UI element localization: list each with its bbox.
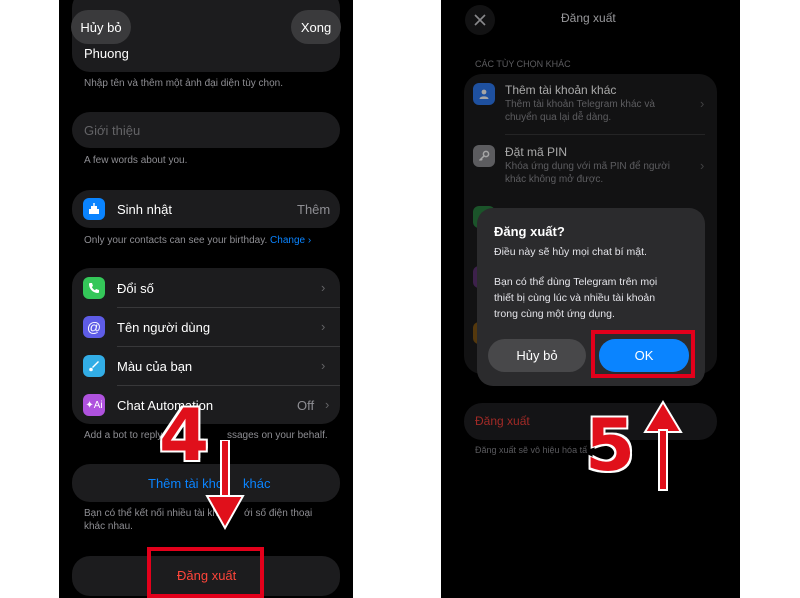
- name-value: Phuong: [84, 46, 129, 61]
- logout-row-label: Đăng xuất: [475, 414, 530, 428]
- menu-value: Off: [297, 398, 315, 413]
- add-account-caption-1: Bạn có thể kết nối nhiều tài kho: [84, 508, 224, 519]
- cancel-button[interactable]: Hủy bỏ: [71, 10, 131, 44]
- step-number-5: 5: [585, 403, 636, 487]
- step-number-4: 4: [159, 393, 210, 477]
- menu-label: Màu của bạn: [117, 359, 193, 374]
- dialog-title: Đăng xuất?: [494, 224, 565, 239]
- brush-icon: [83, 355, 105, 377]
- birthday-caption-text: Only your contacts can see your birthday…: [84, 235, 268, 246]
- dialog-cancel-label: Hủy bỏ: [516, 348, 558, 363]
- highlight-box: [591, 330, 695, 378]
- dialog-body-3: trong cùng một ứng dụng.: [494, 308, 615, 320]
- birthday-value: Thêm: [297, 202, 331, 217]
- chevron-right-icon: ›: [321, 319, 326, 334]
- arrow-down-icon: [205, 440, 245, 530]
- dialog-body-1: Bạn có thể dùng Telegram trên mọi: [494, 276, 658, 288]
- done-label: Xong: [300, 19, 332, 35]
- highlight-box: [147, 547, 264, 598]
- bio-caption: A few words about you.: [84, 155, 188, 166]
- divider: [117, 307, 340, 308]
- menu-label: Đổi số: [117, 281, 154, 296]
- birthday-change-link[interactable]: Change: [270, 235, 305, 246]
- cake-icon: [83, 198, 105, 220]
- left-phone-screen: Hủy bỏ Xong Phuong Nhập tên và thêm một …: [59, 0, 353, 598]
- dialog-body-2: thiết bị cùng lúc và nhiều tài khoản: [494, 292, 656, 304]
- chevron-right-icon: ›: [321, 280, 326, 295]
- menu-label: Tên người dùng: [117, 320, 211, 335]
- birthday-caption: Only your contacts can see your birthday…: [84, 235, 312, 246]
- birthday-label: Sinh nhật: [117, 202, 172, 217]
- right-phone-screen: Đăng xuất CÁC TÙY CHỌN KHÁC Thêm tài kho…: [441, 0, 740, 598]
- bio-placeholder: Giới thiệu: [84, 123, 141, 138]
- chevron-right-icon: ›: [321, 358, 326, 373]
- name-caption: Nhập tên và thêm một ảnh đại diện tùy ch…: [84, 78, 284, 89]
- at-icon: @: [83, 316, 105, 338]
- arrow-up-icon: [643, 400, 683, 491]
- add-account-label-end: khác: [243, 476, 271, 491]
- chevron-right-icon: ›: [325, 397, 330, 412]
- dialog-line1: Điều này sẽ hủy mọi chat bí mật.: [494, 246, 647, 258]
- divider: [117, 346, 340, 347]
- phone-icon: [83, 277, 105, 299]
- divider: [117, 385, 340, 386]
- automation-caption-start: Add a bot to reply: [84, 430, 163, 441]
- dialog-cancel-button[interactable]: Hủy bỏ: [488, 339, 586, 372]
- add-account-caption-2: khác nhau.: [84, 521, 133, 532]
- logout-caption: Đăng xuất sẽ vô hiệu hóa tấ: [475, 445, 588, 455]
- cancel-label: Hủy bỏ: [80, 19, 122, 35]
- bot-icon: ✦Ai: [83, 394, 105, 416]
- add-account-caption-1-end: ới số điện thoại: [244, 508, 313, 519]
- done-button[interactable]: Xong: [291, 10, 341, 44]
